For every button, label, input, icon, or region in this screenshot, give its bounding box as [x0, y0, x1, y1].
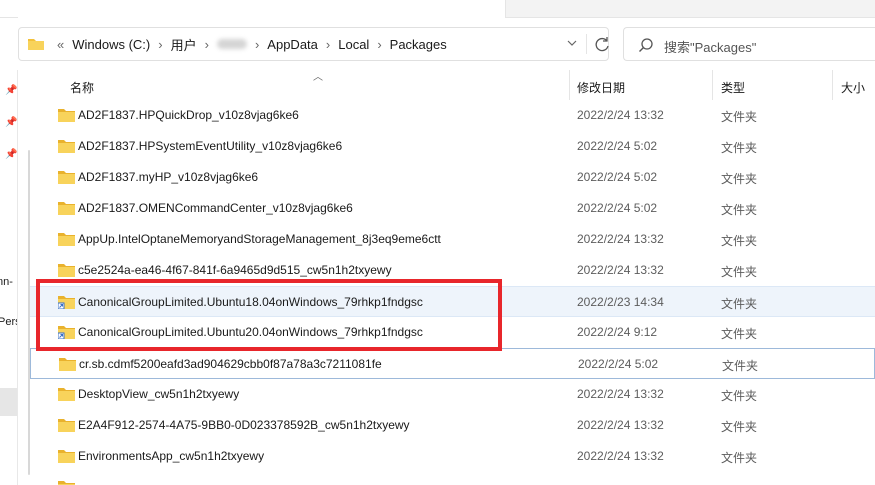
file-row[interactable]: DesktopView_cw5n1h2txyewy 2022/2/24 13:3…: [30, 379, 875, 410]
file-name[interactable]: E2A4F912-2574-4A75-9BB0-0D023378592B_cw5…: [78, 418, 410, 432]
chevron-right-icon[interactable]: ›: [373, 37, 385, 52]
file-name[interactable]: c5e2524a-ea46-4f67-841f-6a9465d9d515_cw5…: [78, 263, 392, 277]
nav-item-selected[interactable]: [0, 388, 17, 416]
file-date: 2022/2/24 5:02: [577, 170, 658, 184]
column-name[interactable]: 名称: [70, 79, 94, 96]
file-date: 2022/2/24 13:32: [577, 232, 664, 246]
file-type: 文件夹: [721, 110, 758, 124]
chevron-right-icon[interactable]: ›: [322, 37, 334, 52]
pin-icon[interactable]: 📌: [5, 149, 17, 161]
file-row[interactable]: AD2F1837.HPSystemEventUtility_v10z8vjag6…: [30, 131, 875, 162]
file-row[interactable]: AD2F1837.myHP_v10z8vjag6ke6 2022/2/24 5:…: [30, 162, 875, 193]
pin-icon[interactable]: 📌: [5, 85, 17, 97]
folder-icon: [58, 450, 75, 463]
file-name[interactable]: AD2F1837.OMENCommandCenter_v10z8vjag6ke6: [78, 201, 353, 215]
breadcrumb-drive[interactable]: Windows (C:): [68, 37, 154, 52]
nav-item-label[interactable]: nn-: [0, 276, 13, 288]
file-name[interactable]: cr.sb.cdmf5200eafd3ad904629cbb0f87a78a3c…: [79, 357, 382, 371]
breadcrumb-appdata[interactable]: AppData: [263, 37, 322, 52]
address-bar[interactable]: « Windows (C:) › 用户 › › AppData › Local …: [18, 27, 609, 61]
file-name[interactable]: DesktopView_cw5n1h2txyewy: [78, 387, 239, 401]
divider: [586, 34, 587, 54]
file-type: 文件夹: [721, 172, 758, 186]
breadcrumb: « Windows (C:) › 用户 › › AppData › Local …: [53, 28, 451, 60]
folder-icon: [58, 140, 75, 153]
file-type: 文件夹: [721, 327, 758, 341]
folder-icon: [58, 388, 75, 401]
file-date: 2022/2/24 5:02: [577, 201, 658, 215]
file-date: 2022/2/24 13:32: [577, 263, 664, 277]
file-row[interactable]: EnvironmentsApp_cw5n1h2txyewy 2022/2/24 …: [30, 441, 875, 472]
breadcrumb-overflow[interactable]: «: [53, 37, 68, 52]
file-type: 文件夹: [721, 141, 758, 155]
file-name[interactable]: AD2F1837.HPSystemEventUtility_v10z8vjag6…: [78, 139, 342, 153]
chevron-down-icon[interactable]: [565, 36, 579, 50]
breadcrumb-users[interactable]: 用户: [167, 35, 201, 54]
file-date: 2022/2/24 9:12: [577, 325, 658, 339]
column-modified[interactable]: 修改日期: [577, 79, 625, 96]
chevron-right-icon[interactable]: ›: [201, 37, 213, 52]
refresh-icon[interactable]: [591, 33, 613, 55]
file-date: 2022/2/23 14:34: [577, 295, 664, 309]
file-row[interactable]: E2A4F912-2574-4A75-9BB0-0D023378592B_cw5…: [30, 410, 875, 441]
file-row-focused[interactable]: cr.sb.cdmf5200eafd3ad904629cbb0f87a78a3c…: [30, 348, 875, 379]
file-name[interactable]: AppUp.IntelOptaneMemoryandStorageManagem…: [78, 232, 441, 246]
file-date: 2022/2/24 13:32: [577, 387, 664, 401]
file-type: 文件夹: [721, 451, 758, 465]
folder-icon: [58, 481, 75, 485]
folder-icon: [58, 171, 75, 184]
annotation-highlight-box: [36, 279, 502, 351]
column-size[interactable]: 大小: [841, 79, 865, 96]
file-type: 文件夹: [721, 265, 758, 279]
file-date: 2022/2/24 13:32: [577, 449, 664, 463]
folder-icon: [58, 109, 75, 122]
folder-icon: [59, 358, 76, 371]
folder-icon: [58, 202, 75, 215]
column-header: ︿ 名称 修改日期 类型 大小: [30, 70, 875, 100]
column-divider[interactable]: [569, 70, 570, 100]
folder-icon: [58, 233, 75, 246]
chevron-right-icon[interactable]: ›: [154, 37, 166, 52]
column-divider[interactable]: [832, 70, 833, 100]
file-type: 文件夹: [722, 359, 759, 373]
file-row[interactable]: AD2F1837.HPQuickDrop_v10z8vjag6ke6 2022/…: [30, 100, 875, 131]
file-date: 2022/2/24 5:02: [578, 357, 659, 371]
pin-icon[interactable]: 📌: [5, 117, 17, 129]
breadcrumb-username-redacted[interactable]: [216, 39, 247, 49]
folder-icon: [58, 419, 75, 432]
search-input[interactable]: 搜索"Packages": [623, 27, 875, 61]
column-divider[interactable]: [712, 70, 713, 100]
sort-up-icon: ︿: [313, 72, 323, 83]
search-icon: [639, 38, 653, 52]
folder-icon: [58, 264, 75, 277]
file-name[interactable]: AD2F1837.myHP_v10z8vjag6ke6: [78, 170, 258, 184]
search-placeholder: 搜索"Packages": [664, 40, 757, 55]
title-strip-right: [505, 0, 875, 18]
folder-icon: [28, 39, 44, 50]
nav-item-label[interactable]: Pers: [0, 316, 17, 328]
file-type: 文件夹: [721, 297, 758, 311]
title-strip: [0, 0, 875, 22]
file-date: 2022/2/24 13:32: [577, 108, 664, 122]
navigation-pane[interactable]: 📌 📌 📌 nn- Pers: [0, 70, 18, 485]
file-name[interactable]: EnvironmentsApp_cw5n1h2txyewy: [78, 449, 264, 463]
file-type: 文件夹: [721, 389, 758, 403]
file-type: 文件夹: [721, 203, 758, 217]
breadcrumb-packages[interactable]: Packages: [386, 37, 451, 52]
breadcrumb-local[interactable]: Local: [334, 37, 373, 52]
file-date: 2022/2/24 13:32: [577, 418, 664, 432]
file-type: 文件夹: [721, 420, 758, 434]
file-date: 2022/2/24 5:02: [577, 139, 658, 153]
file-row[interactable]: AD2F1837.OMENCommandCenter_v10z8vjag6ke6…: [30, 193, 875, 224]
file-name[interactable]: AD2F1837.HPQuickDrop_v10z8vjag6ke6: [78, 108, 299, 122]
file-row-partial[interactable]: [30, 472, 875, 485]
chevron-right-icon[interactable]: ›: [251, 37, 263, 52]
title-strip-left: [0, 0, 18, 18]
column-type[interactable]: 类型: [721, 79, 745, 96]
file-row[interactable]: AppUp.IntelOptaneMemoryandStorageManagem…: [30, 224, 875, 255]
file-type: 文件夹: [721, 234, 758, 248]
